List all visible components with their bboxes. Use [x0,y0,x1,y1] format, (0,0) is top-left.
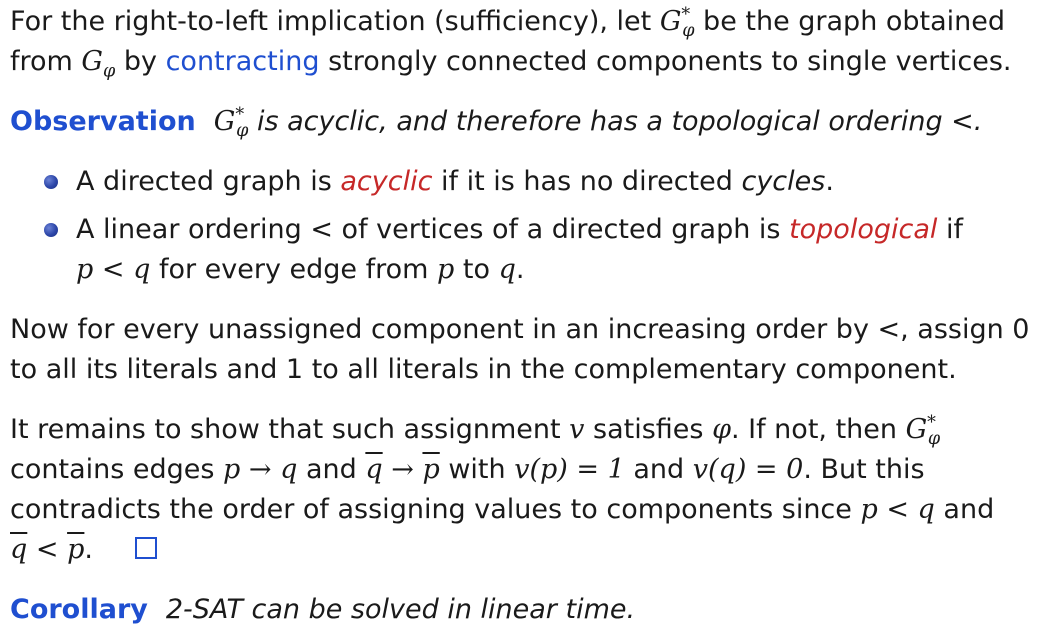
bullet-topological: A linear ordering < of vertices of a dir… [10,210,1036,290]
intro-text-4: strongly connected components to single … [319,46,1012,77]
intro-text-1: For the right-to-left implication (suffi… [10,6,660,37]
g-star-phi-obs: G*φ [213,105,249,142]
proof-line-1: It remains to show that such assignment … [10,413,941,450]
topological-term: topological [789,214,938,245]
corollary-statement: 2-SAT can be solved in linear time. [165,594,636,625]
corollary-block: Corollary 2-SAT can be solved in linear t… [10,590,1036,630]
proof-line-2: contains edges p → q and q → p with v(p)… [10,454,925,485]
observation-statement: G*φ is acyclic, and therefore has a topo… [213,105,983,142]
qed-square-icon [134,537,157,559]
corollary-label: Corollary [10,594,148,625]
assignment-line-1: Now for every unassigned component in an… [10,314,1030,345]
g-star-phi: G*φ [659,5,695,42]
definitions-list: A directed graph is acyclic if it is has… [10,162,1036,290]
bullet-icon [44,223,58,237]
proof-line-4: q < p. [10,530,1036,570]
g-star-phi-proof: G*φ [905,413,941,450]
intro-text-3: by [115,46,166,77]
proof-line-3: contradicts the order of assigning value… [10,494,995,525]
assignment-paragraph: Now for every unassigned component in an… [10,310,1036,390]
intro-line-1: For the right-to-left implication (suffi… [10,2,1036,82]
observation-label: Observation [10,106,196,137]
acyclic-term: acyclic [340,166,433,197]
bullet-icon [44,175,58,189]
contracting-link[interactable]: contracting [166,46,320,77]
cycles-term: cycles [741,166,826,197]
assignment-line-2: to all its literals and 1 to all literal… [10,354,957,385]
g-phi: Gφ [81,46,116,82]
intro-paragraph: For the right-to-left implication (suffi… [10,2,1036,82]
bullet-acyclic: A directed graph is acyclic if it is has… [10,162,1036,202]
slide: For the right-to-left implication (suffi… [0,0,1042,642]
proof-paragraph: It remains to show that such assignment … [10,410,1036,570]
observation-block: Observation G*φ is acyclic, and therefore… [10,102,1036,142]
